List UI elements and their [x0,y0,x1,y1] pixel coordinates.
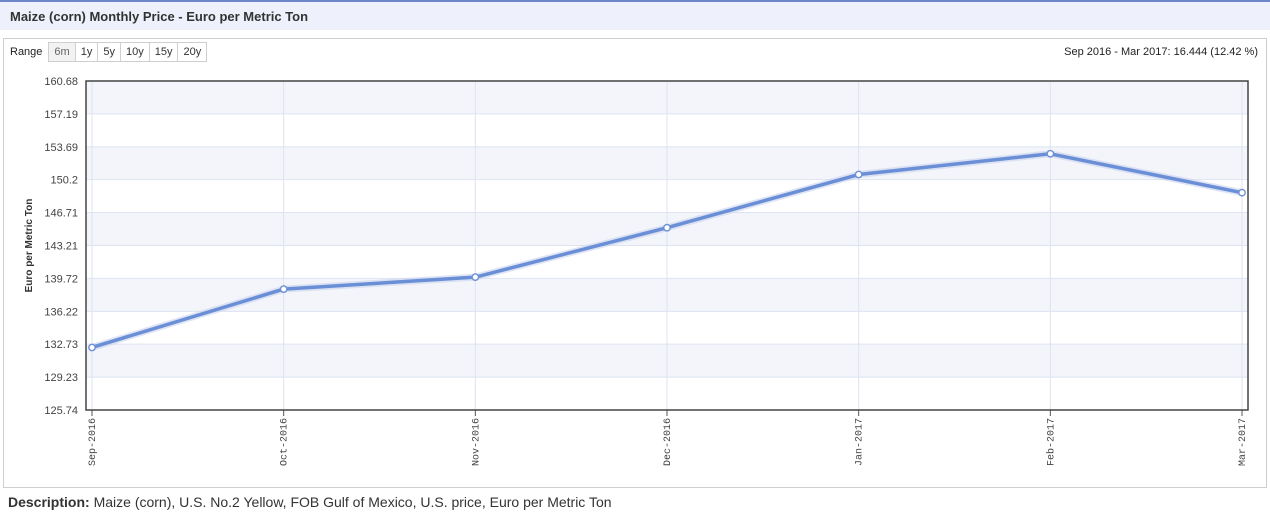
y-tick-label: 139.72 [44,273,78,285]
y-tick-label: 160.68 [44,76,78,88]
y-tick-label: 143.21 [44,241,78,253]
x-tick-label: Oct-2016 [280,418,291,466]
line-chart: 125.74 129.23 132.73 136.22 139.72 143.21 146.… [24,76,1249,466]
data-point [279,285,288,293]
y-tick-label: 125.74 [44,405,78,417]
y-tick-label: 132.73 [44,339,78,351]
y-tick-label: 129.23 [44,372,78,384]
data-point [88,343,96,352]
y-tick-label: 153.69 [44,142,78,154]
description-text: Maize (corn), U.S. No.2 Yellow, FOB Gulf… [93,494,612,510]
y-tick-label: 157.19 [44,109,78,121]
x-tick-label: Sep-2016 [88,418,99,466]
description: Description: Maize (corn), U.S. No.2 Yel… [8,494,612,510]
y-tick-label: 150.2 [50,175,78,187]
x-tick-label: Jan-2017 [855,418,866,466]
x-tick-label: Nov-2016 [471,418,482,466]
data-point [663,223,671,232]
data-point [1046,149,1055,158]
y-tick-label: 146.71 [44,208,78,220]
data-point [1238,188,1246,197]
chart-title: Maize (corn) Monthly Price - Euro per Me… [0,0,1270,30]
y-axis-title: Euro per Metric Ton [24,199,35,293]
data-point [854,170,863,179]
description-label: Description: [8,494,90,510]
x-tick-label: Feb-2017 [1045,418,1057,466]
data-point [471,273,480,282]
y-tick-label: 136.22 [44,306,78,318]
x-tick-label: Mar-2017 [1238,418,1249,466]
x-tick-label: Dec-2016 [663,418,674,466]
chart-panel: Range 6m 1y 5y 10y 15y 20y Sep 2016 - Ma… [3,38,1267,488]
